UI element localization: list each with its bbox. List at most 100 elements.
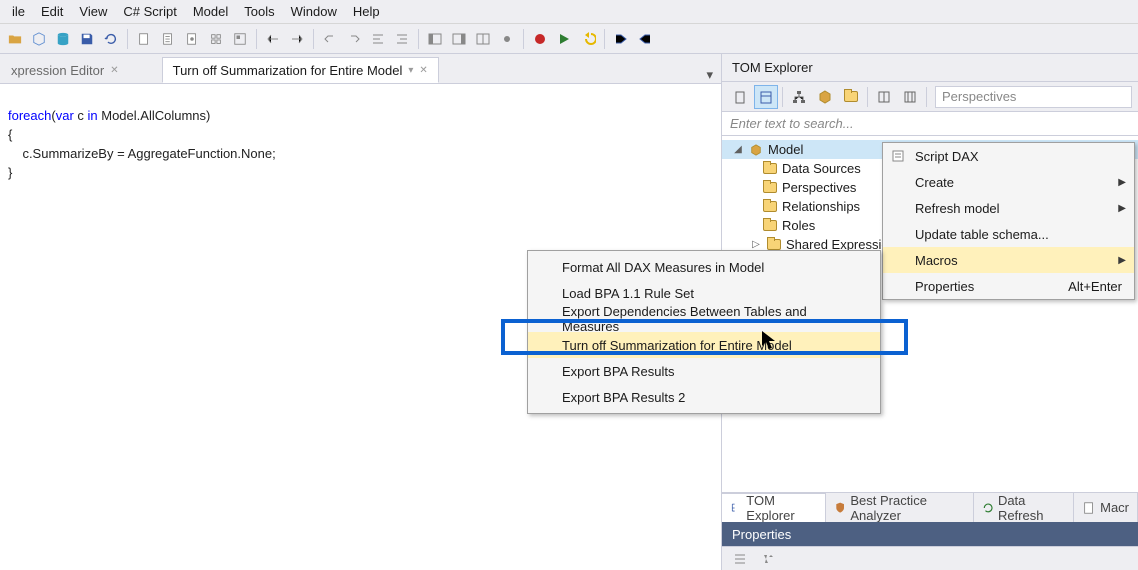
editor-tabstrip: xpression Editor ✕ Turn off Summarizatio… xyxy=(0,54,721,84)
toolbar-doc-icon[interactable] xyxy=(133,28,155,50)
macro-turn-off-summarization[interactable]: Turn off Summarization for Entire Model xyxy=(528,332,880,358)
btab-macros[interactable]: Macr xyxy=(1074,493,1138,523)
toolbar-back-icon[interactable] xyxy=(577,28,599,50)
collapse-icon[interactable]: ◢ xyxy=(732,144,744,155)
ctx-label: Format All DAX Measures in Model xyxy=(562,260,764,275)
btab-tom-explorer[interactable]: TOM Explorer xyxy=(722,493,826,523)
tom-folder-icon[interactable] xyxy=(839,85,863,109)
submenu-arrow-icon: ▶ xyxy=(1118,203,1126,214)
menu-view[interactable]: View xyxy=(71,1,115,22)
model-icon xyxy=(748,142,764,158)
menu-help[interactable]: Help xyxy=(345,1,388,22)
tom-cols-icon[interactable] xyxy=(872,85,896,109)
close-icon[interactable]: ✕ xyxy=(419,65,427,76)
toolbar-outdent-icon[interactable] xyxy=(262,28,284,50)
toolbar-save-icon[interactable] xyxy=(76,28,98,50)
toolbar-split-icon[interactable] xyxy=(472,28,494,50)
btab-data-refresh[interactable]: Data Refresh xyxy=(974,493,1074,523)
toolbar-undo-icon[interactable] xyxy=(319,28,341,50)
code-token: var xyxy=(56,108,74,123)
toolbar-indent-icon[interactable] xyxy=(286,28,308,50)
menu-window[interactable]: Window xyxy=(283,1,345,22)
menu-edit[interactable]: Edit xyxy=(33,1,71,22)
props-az-icon[interactable] xyxy=(756,547,780,570)
tom-search-input[interactable]: Enter text to search... xyxy=(722,112,1138,136)
menu-file[interactable]: ile xyxy=(4,1,33,22)
props-cat-icon[interactable] xyxy=(728,547,752,570)
macro-format-dax[interactable]: Format All DAX Measures in Model xyxy=(528,254,880,280)
ctx-properties[interactable]: Properties Alt+Enter xyxy=(883,273,1134,299)
tree-label: Roles xyxy=(782,218,815,233)
ctx-update-table-schema[interactable]: Update table schema... xyxy=(883,221,1134,247)
expand-icon[interactable]: ▷ xyxy=(750,239,762,250)
toolbar-doc3-icon[interactable] xyxy=(181,28,203,50)
toolbar-step2-icon[interactable] xyxy=(634,28,656,50)
close-icon[interactable]: ✕ xyxy=(110,65,118,76)
toolbar-box-icon[interactable] xyxy=(28,28,50,50)
tom-hierarchy-icon[interactable] xyxy=(787,85,811,109)
macros-submenu: Format All DAX Measures in Model Load BP… xyxy=(527,250,881,414)
toolbar-diagram-icon[interactable] xyxy=(229,28,251,50)
tree-label: Perspectives xyxy=(782,180,856,195)
toolbar-dot-icon[interactable] xyxy=(496,28,518,50)
toolbar-db-icon[interactable] xyxy=(52,28,74,50)
tab-label: Turn off Summarization for Entire Model xyxy=(173,63,403,78)
refresh-icon xyxy=(982,501,994,515)
btab-label: Best Practice Analyzer xyxy=(850,493,964,523)
ctx-macros[interactable]: Macros ▶ xyxy=(883,247,1134,273)
toolbar-doc2-icon[interactable] xyxy=(157,28,179,50)
toolbar-panel2-icon[interactable] xyxy=(448,28,470,50)
tom-cube-icon[interactable] xyxy=(813,85,837,109)
toolbar-play-icon[interactable] xyxy=(553,28,575,50)
tom-btn-1-icon[interactable] xyxy=(728,85,752,109)
ctx-script-dax[interactable]: Script DAX xyxy=(883,143,1134,169)
toolbar-open-icon[interactable] xyxy=(4,28,26,50)
toolbar-align2-icon[interactable] xyxy=(391,28,413,50)
macro-load-bpa[interactable]: Load BPA 1.1 Rule Set xyxy=(528,280,880,306)
properties-header: Properties xyxy=(722,522,1138,546)
perspectives-dropdown[interactable]: Perspectives xyxy=(935,86,1132,108)
folder-icon xyxy=(762,218,778,234)
tom-cols2-icon[interactable] xyxy=(898,85,922,109)
ctx-refresh-model[interactable]: Refresh model ▶ xyxy=(883,195,1134,221)
ctx-label: Properties xyxy=(915,279,974,294)
toolbar-align-icon[interactable] xyxy=(367,28,389,50)
script-icon xyxy=(889,147,907,165)
macro-export-bpa-2[interactable]: Export BPA Results 2 xyxy=(528,384,880,410)
menu-csharp-script[interactable]: C# Script xyxy=(115,1,184,22)
tab-dropdown-icon[interactable]: ▾ xyxy=(408,65,413,76)
ctx-label: Export BPA Results xyxy=(562,364,674,379)
toolbar-step-icon[interactable] xyxy=(610,28,632,50)
code-token: c.SummarizeBy = AggregateFunction.None; xyxy=(8,146,276,161)
submenu-arrow-icon: ▶ xyxy=(1118,255,1126,266)
macro-export-deps[interactable]: Export Dependencies Between Tables and M… xyxy=(528,306,880,332)
tom-bottom-tabstrip: TOM Explorer Best Practice Analyzer Data… xyxy=(722,492,1138,522)
menu-tools[interactable]: Tools xyxy=(236,1,282,22)
code-token: c xyxy=(74,108,88,123)
macro-export-bpa[interactable]: Export BPA Results xyxy=(528,358,880,384)
code-token: } xyxy=(8,165,12,180)
btab-bpa[interactable]: Best Practice Analyzer xyxy=(826,493,974,523)
tabstrip-dropdown-icon[interactable]: ▾ xyxy=(698,67,721,83)
toolbar-struct-icon[interactable] xyxy=(205,28,227,50)
tree-label: Data Sources xyxy=(782,161,861,176)
model-context-menu: Script DAX Create ▶ Refresh model ▶ Upda… xyxy=(882,142,1135,300)
btab-label: Macr xyxy=(1100,500,1129,515)
shield-icon xyxy=(834,501,846,515)
tom-btn-2-icon[interactable] xyxy=(754,85,778,109)
doc-icon xyxy=(1082,501,1096,515)
toolbar-redo-icon[interactable] xyxy=(343,28,365,50)
menu-model[interactable]: Model xyxy=(185,1,236,22)
toolbar-panel-icon[interactable] xyxy=(424,28,446,50)
ctx-label: Turn off Summarization for Entire Model xyxy=(562,338,792,353)
tab-expression-editor[interactable]: xpression Editor ✕ xyxy=(0,57,130,83)
tab-active-script[interactable]: Turn off Summarization for Entire Model … xyxy=(162,57,439,83)
code-token: { xyxy=(8,127,12,142)
toolbar-record-icon[interactable] xyxy=(529,28,551,50)
toolbar-refresh-icon[interactable] xyxy=(100,28,122,50)
ctx-label: Export Dependencies Between Tables and M… xyxy=(562,304,852,334)
ctx-label: Load BPA 1.1 Rule Set xyxy=(562,286,694,301)
code-token: Model.AllColumns) xyxy=(98,108,211,123)
ctx-create[interactable]: Create ▶ xyxy=(883,169,1134,195)
btab-label: Data Refresh xyxy=(998,493,1065,523)
